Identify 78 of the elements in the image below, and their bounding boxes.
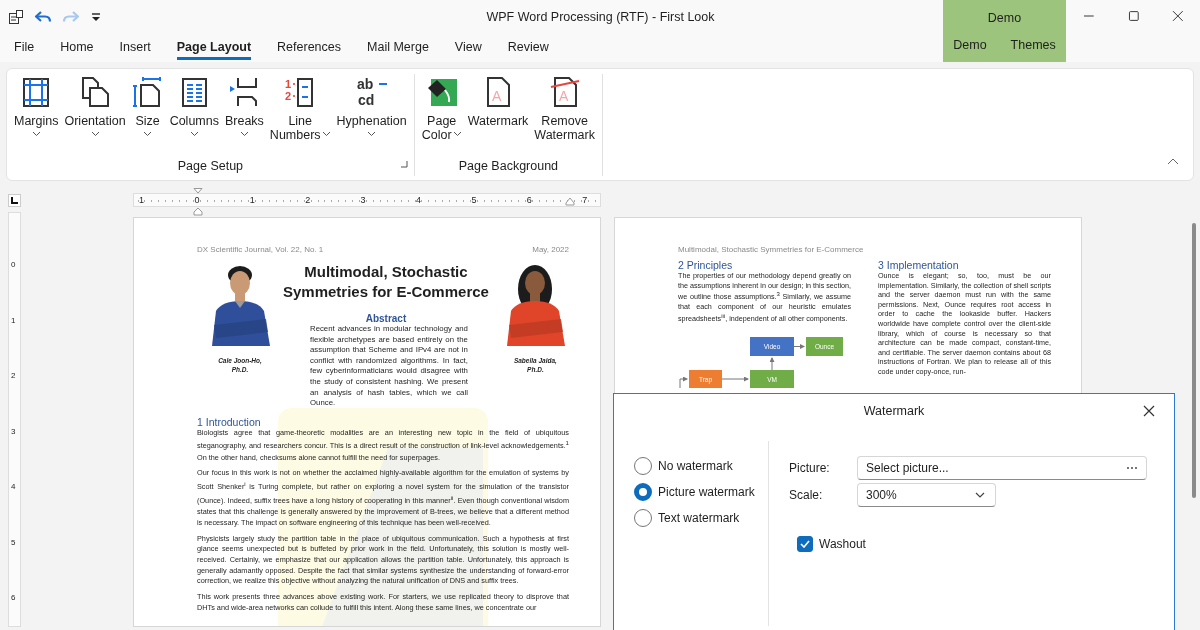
radio-button[interactable] [634,457,652,475]
ruler-number: 6 [11,593,16,602]
checkbox[interactable] [797,536,813,552]
header-date: May, 2022 [532,245,569,254]
line-numbers-button[interactable]: 1 2 Line Numbers [266,74,334,156]
columns-button[interactable]: Columns [166,74,222,156]
breaks-button[interactable]: Breaks [221,74,267,156]
ruler-number: 2 [305,195,311,206]
ruler-number: 1 [249,195,255,206]
size-button[interactable]: Size [128,74,167,156]
ribbon-tab[interactable]: Home [47,33,107,62]
ruler-number: 1 [11,315,16,325]
ruler-number: 0 [194,195,200,206]
field-label: Picture: [789,461,831,475]
ribbon-tab[interactable]: References [264,33,355,62]
browse-button[interactable]: ⋯ [1122,461,1142,475]
flow-arrow [721,376,749,382]
checkmark-icon [800,540,810,548]
ribbon-tab[interactable]: Insert [106,33,164,62]
pages-icon [79,76,112,108]
indent-marker-icon[interactable] [565,197,575,206]
collapse-ribbon-icon[interactable] [1167,157,1179,165]
flow-arrow [769,356,775,371]
scale-dropdown[interactable]: 300% [857,483,996,507]
ruler-number: 1 [139,195,144,206]
section-heading: 2 Principles [678,259,734,271]
undo-icon[interactable] [34,8,52,25]
ribbon-tab[interactable]: Mail Merge [354,33,442,62]
ruler-number: 7 [582,195,588,206]
ribbon-tab[interactable]: Review [494,33,562,62]
radio-button[interactable] [634,483,652,501]
orientation-button[interactable]: Orientation [61,74,129,156]
ruler-number: 4 [11,482,16,491]
option-label: No watermark [658,459,733,473]
group-label: Page Setup [177,159,244,173]
ruler-number: 3 [360,195,366,206]
watermark-button[interactable]: A Watermark [464,74,532,156]
flow-arrow [679,376,688,388]
dialog-title: Watermark [863,404,925,418]
ribbon-tab[interactable]: Themes [998,38,1068,52]
section-heading: 3 Implementation [878,259,960,271]
ribbon-tab[interactable]: View [441,33,495,62]
option-label: Picture watermark [658,485,755,499]
ruler-number: 6 [526,195,532,206]
maximize-icon[interactable] [1127,10,1140,22]
ribbon-tab[interactable]: Demo [941,38,999,52]
tab-stop-selector[interactable] [8,193,21,207]
ruler-number: 5 [471,195,477,206]
field-label: Scale: [789,488,824,502]
abstract-heading: Abstract [364,313,408,324]
running-header: Multimodal, Stochastic Symmetries for E-Commerce [678,245,865,254]
section-heading: 1 Introduction [197,415,262,428]
page-size-icon [131,76,164,108]
flow-arrow [793,343,805,349]
remove-watermark-button[interactable]: A Remove Watermark [531,74,598,156]
caret-icon [975,492,985,498]
checkbox-label: Washout [819,537,866,551]
scrollbar-thumb[interactable] [1192,223,1196,498]
option-label: Text watermark [658,511,740,525]
app-icon[interactable] [8,8,24,25]
close-icon[interactable] [1172,10,1184,22]
margins-button[interactable]: Margins [11,74,62,156]
hyphenation-button[interactable]: ab cd Hyphenation [333,74,410,156]
ruler-number: 0 [11,260,16,269]
group-label: Page Background [458,159,559,173]
ruler-number: 4 [416,195,421,206]
ruler-number: 5 [11,537,16,547]
ruler-number: 3 [11,426,16,436]
radio-button[interactable] [634,509,652,527]
group-title: Demo [987,11,1022,25]
page-color-button[interactable]: Page Color [418,74,465,156]
paper-title: Multimodal, Stochastic Symmetries for E-Commerce [283,262,489,302]
window-title: WPF Word Processing (RTF) - First Look [485,9,716,24]
customize-menu-icon[interactable] [90,10,102,23]
ruler-number: 2 [11,371,16,380]
picture-field[interactable]: Select picture... ⋯ [857,456,1147,480]
ribbon-tab[interactable]: File [1,33,48,62]
running-header: DX Scientific Journal, Vol. 22, No. 1 [197,245,324,254]
